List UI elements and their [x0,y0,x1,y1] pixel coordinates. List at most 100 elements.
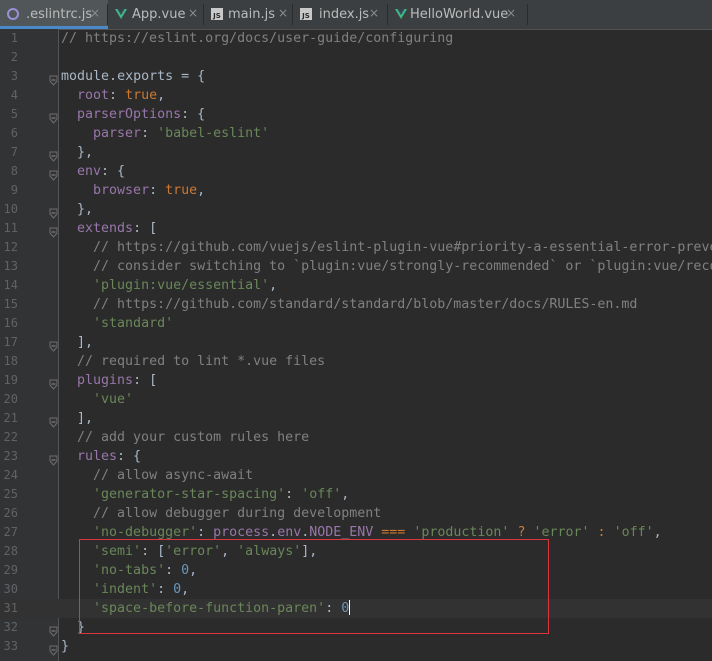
code-line[interactable]: 23 rules: { [0,447,712,466]
code-line[interactable]: 15 // https://github.com/standard/standa… [0,295,712,314]
close-icon[interactable]: × [369,6,379,21]
code-token: : [597,525,606,540]
fold-marker-icon[interactable] [48,451,59,466]
code-line[interactable]: 11 extends: [ [0,219,712,238]
code-line[interactable]: 33} [0,637,712,656]
fold-marker-icon[interactable] [48,337,59,352]
editor-tab-bar: .eslintrc.js × App.vue × JS main.js × JS index.j… [0,0,712,30]
code-line[interactable]: 3 module.exports = { [0,67,712,86]
tab-label: index.js [319,7,370,22]
code-token: : [285,487,302,502]
tab-eslintrc-js[interactable]: .eslintrc.js × [0,0,108,29]
highlight-annotation-box [79,539,549,634]
code-token: 'error' [533,525,590,540]
code-text: 'vue' [61,390,133,409]
line-number: 29 [3,563,18,577]
code-token: : [ [133,373,158,388]
code-token: // https://eslint.org/docs/user-guide/co… [61,31,454,46]
code-line[interactable]: 6 parser: 'babel-eslint' [0,124,712,143]
line-number: 8 [10,164,18,178]
code-line[interactable]: 19 plugins: [ [0,371,712,390]
tab-app-vue[interactable]: App.vue × [108,0,204,29]
code-line[interactable]: 4 root: true, [0,86,712,105]
code-line[interactable]: 2 [0,48,712,67]
code-line[interactable]: 1 // https://eslint.org/docs/user-guide/c… [0,29,712,48]
close-icon[interactable]: × [188,6,198,21]
code-token: , [653,525,662,540]
code-line[interactable]: 25 'generator-star-spacing': 'off', [0,485,712,504]
fold-marker-icon[interactable] [48,375,59,390]
code-token: // allow debugger during development [93,506,382,521]
code-text: parserOptions: { [61,105,205,124]
code-text: extends: [ [61,219,157,238]
line-number: 3 [10,69,18,83]
code-token: = { [173,69,206,84]
code-line[interactable]: 7 }, [0,143,712,162]
code-text: } [61,637,69,656]
code-token: 'standard' [93,316,174,331]
tab-label: main.js [228,7,275,22]
fold-marker-icon[interactable] [48,223,59,238]
code-line[interactable]: 14 'plugin:vue/essential', [0,276,712,295]
fold-marker-icon[interactable] [48,204,59,219]
code-text: plugins: [ [61,371,157,390]
code-line[interactable]: 20 'vue' [0,390,712,409]
code-line[interactable]: 8 env: { [0,162,712,181]
close-icon[interactable]: × [90,6,100,21]
fold-marker-icon[interactable] [48,166,59,181]
code-line[interactable]: 21 ], [0,409,712,428]
vue-icon [114,7,128,21]
code-token: // add your custom rules here [77,430,310,445]
code-line[interactable]: 13 // consider switching to `plugin:vue/… [0,257,712,276]
js-icon: JS [299,7,313,21]
code-token: true [125,88,158,103]
fold-marker-icon[interactable] [48,641,59,656]
fold-marker-icon[interactable] [48,109,59,124]
code-line[interactable]: 22 // add your custom rules here [0,428,712,447]
close-icon[interactable]: × [506,6,516,21]
fold-marker-icon[interactable] [48,147,59,162]
code-token: === [381,525,406,540]
code-token: 'babel-eslint' [157,126,270,141]
code-text: // allow debugger during development [61,504,381,523]
code-token: plugins [77,373,134,388]
close-icon[interactable]: × [278,6,288,21]
code-token: } [61,639,70,654]
fold-marker-icon[interactable] [48,413,59,428]
line-number: 24 [3,468,18,482]
fold-marker-icon[interactable] [48,71,59,86]
code-line[interactable]: 26 // allow debugger during development [0,504,712,523]
code-text: // https://eslint.org/docs/user-guide/co… [61,29,453,48]
tab-helloworld-vue[interactable]: HelloWorld.vue × [388,0,528,29]
fold-marker-icon[interactable] [48,622,59,637]
line-number: 27 [3,525,18,539]
line-number: 21 [3,411,18,425]
code-line[interactable]: 24 // allow async-await [0,466,712,485]
code-line[interactable]: 16 'standard' [0,314,712,333]
code-text: // consider switching to `plugin:vue/str… [61,257,712,276]
code-line[interactable]: 18 // required to lint *.vue files [0,352,712,371]
tab-main-js[interactable]: JS main.js × [204,0,293,29]
code-line[interactable]: 12 // https://github.com/vuejs/eslint-pl… [0,238,712,257]
code-token: . [109,69,118,84]
line-number: 4 [10,88,18,102]
code-line[interactable]: 9 browser: true, [0,181,712,200]
tab-index-js[interactable]: JS index.js × [293,0,388,29]
code-line[interactable]: 10 }, [0,200,712,219]
code-token: 'off' [301,487,342,502]
code-token: parserOptions [77,107,182,122]
code-text: // https://github.com/vuejs/eslint-plugi… [61,238,712,257]
code-token: ], [61,411,94,426]
code-text: ], [61,409,93,428]
code-line[interactable]: 17 ], [0,333,712,352]
code-token: : { [181,107,206,122]
code-token: : [141,126,158,141]
code-line[interactable]: 5 parserOptions: { [0,105,712,124]
